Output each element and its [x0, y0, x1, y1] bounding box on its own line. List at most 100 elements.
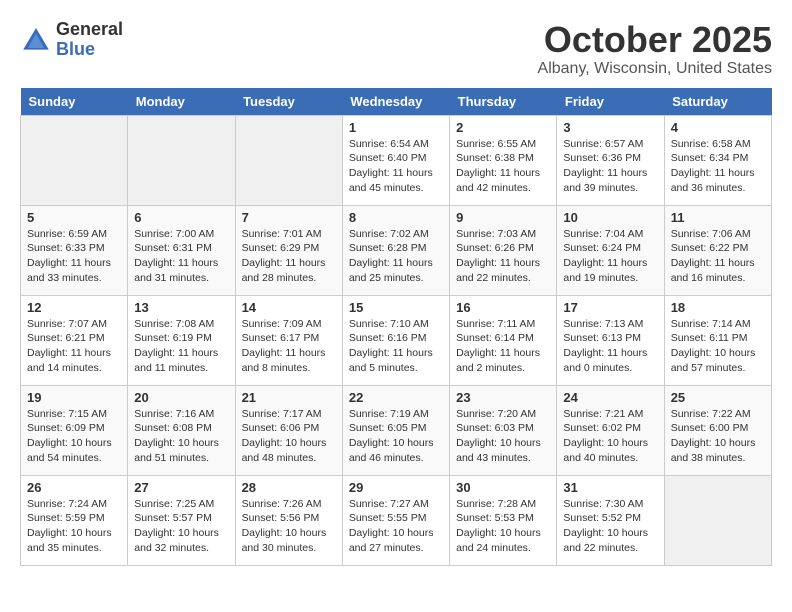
day-info: Sunrise: 7:28 AMSunset: 5:53 PMDaylight:…	[456, 497, 550, 556]
week-row-0: 1 Sunrise: 6:54 AMSunset: 6:40 PMDaylight…	[21, 115, 772, 205]
day-info: Sunrise: 7:20 AMSunset: 6:03 PMDaylight:…	[456, 407, 550, 466]
day-cell: 25 Sunrise: 7:22 AMSunset: 6:00 PMDayligh…	[664, 385, 771, 475]
day-info: Sunrise: 7:08 AMSunset: 6:19 PMDaylight:…	[134, 317, 228, 376]
header-thursday: Thursday	[450, 88, 557, 116]
day-cell: 10 Sunrise: 7:04 AMSunset: 6:24 PMDayligh…	[557, 205, 664, 295]
day-info: Sunrise: 7:00 AMSunset: 6:31 PMDaylight:…	[134, 227, 228, 286]
day-cell: 26Sunrise: 7:24 AMSunset: 5:59 PMDayligh…	[21, 475, 128, 565]
week-row-4: 26Sunrise: 7:24 AMSunset: 5:59 PMDayligh…	[21, 475, 772, 565]
day-number: 3	[563, 120, 657, 135]
day-number: 18	[671, 300, 765, 315]
day-cell: 8Sunrise: 7:02 AMSunset: 6:28 PMDaylight…	[342, 205, 449, 295]
calendar-header: SundayMondayTuesdayWednesdayThursdayFrid…	[21, 88, 772, 116]
day-number: 6	[134, 210, 228, 225]
header-tuesday: Tuesday	[235, 88, 342, 116]
day-cell	[21, 115, 128, 205]
day-info: Sunrise: 7:16 AMSunset: 6:08 PMDaylight:…	[134, 407, 228, 466]
calendar: SundayMondayTuesdayWednesdayThursdayFrid…	[20, 88, 772, 566]
day-cell: 16 Sunrise: 7:11 AMSunset: 6:14 PMDayligh…	[450, 295, 557, 385]
day-number: 20	[134, 390, 228, 405]
day-cell	[235, 115, 342, 205]
logo-general: General	[56, 20, 123, 40]
day-info: Sunrise: 7:06 AMSunset: 6:22 PMDaylight:…	[671, 227, 765, 286]
day-cell: 19 Sunrise: 7:15 AMSunset: 6:09 PMDayligh…	[21, 385, 128, 475]
day-cell: 13Sunrise: 7:08 AMSunset: 6:19 PMDayligh…	[128, 295, 235, 385]
day-cell: 18 Sunrise: 7:14 AMSunset: 6:11 PMDayligh…	[664, 295, 771, 385]
day-number: 14	[242, 300, 336, 315]
day-cell: 9Sunrise: 7:03 AMSunset: 6:26 PMDaylight…	[450, 205, 557, 295]
day-number: 27	[134, 480, 228, 495]
day-cell: 30 Sunrise: 7:28 AMSunset: 5:53 PMDayligh…	[450, 475, 557, 565]
day-number: 11	[671, 210, 765, 225]
day-info: Sunrise: 7:26 AMSunset: 5:56 PMDaylight:…	[242, 497, 336, 556]
day-number: 21	[242, 390, 336, 405]
day-cell: 27 Sunrise: 7:25 AMSunset: 5:57 PMDayligh…	[128, 475, 235, 565]
day-number: 16	[456, 300, 550, 315]
logo-icon	[20, 24, 52, 56]
day-info: Sunrise: 6:59 AMSunset: 6:33 PMDaylight:…	[27, 227, 121, 286]
day-info: Sunrise: 7:14 AMSunset: 6:11 PMDaylight:…	[671, 317, 765, 376]
day-number: 12	[27, 300, 121, 315]
day-number: 29	[349, 480, 443, 495]
day-info: Sunrise: 6:55 AMSunset: 6:38 PMDaylight:…	[456, 137, 550, 196]
day-number: 5	[27, 210, 121, 225]
header-monday: Monday	[128, 88, 235, 116]
day-number: 24	[563, 390, 657, 405]
day-number: 2	[456, 120, 550, 135]
day-info: Sunrise: 6:58 AMSunset: 6:34 PMDaylight:…	[671, 137, 765, 196]
day-info: Sunrise: 7:09 AMSunset: 6:17 PMDaylight:…	[242, 317, 336, 376]
day-info: Sunrise: 7:22 AMSunset: 6:00 PMDaylight:…	[671, 407, 765, 466]
day-cell: 3 Sunrise: 6:57 AMSunset: 6:36 PMDaylight…	[557, 115, 664, 205]
day-cell: 17 Sunrise: 7:13 AMSunset: 6:13 PMDayligh…	[557, 295, 664, 385]
day-info: Sunrise: 7:01 AMSunset: 6:29 PMDaylight:…	[242, 227, 336, 286]
page-header: General Blue October 2025 Albany, Wiscon…	[20, 20, 772, 78]
day-number: 25	[671, 390, 765, 405]
day-number: 4	[671, 120, 765, 135]
day-info: Sunrise: 7:19 AMSunset: 6:05 PMDaylight:…	[349, 407, 443, 466]
day-number: 28	[242, 480, 336, 495]
day-info: Sunrise: 7:15 AMSunset: 6:09 PMDaylight:…	[27, 407, 121, 466]
day-number: 30	[456, 480, 550, 495]
day-cell: 22 Sunrise: 7:19 AMSunset: 6:05 PMDayligh…	[342, 385, 449, 475]
day-cell: 12 Sunrise: 7:07 AMSunset: 6:21 PMDayligh…	[21, 295, 128, 385]
day-info: Sunrise: 6:57 AMSunset: 6:36 PMDaylight:…	[563, 137, 657, 196]
header-sunday: Sunday	[21, 88, 128, 116]
week-row-1: 5 Sunrise: 6:59 AMSunset: 6:33 PMDaylight…	[21, 205, 772, 295]
day-info: Sunrise: 7:24 AMSunset: 5:59 PMDaylight:…	[27, 497, 121, 556]
header-saturday: Saturday	[664, 88, 771, 116]
day-cell: 23 Sunrise: 7:20 AMSunset: 6:03 PMDayligh…	[450, 385, 557, 475]
day-cell: 7 Sunrise: 7:01 AMSunset: 6:29 PMDaylight…	[235, 205, 342, 295]
week-row-2: 12 Sunrise: 7:07 AMSunset: 6:21 PMDayligh…	[21, 295, 772, 385]
calendar-body: 1 Sunrise: 6:54 AMSunset: 6:40 PMDaylight…	[21, 115, 772, 565]
day-number: 1	[349, 120, 443, 135]
day-cell: 4 Sunrise: 6:58 AMSunset: 6:34 PMDaylight…	[664, 115, 771, 205]
day-number: 10	[563, 210, 657, 225]
day-number: 22	[349, 390, 443, 405]
day-cell	[664, 475, 771, 565]
day-info: Sunrise: 7:25 AMSunset: 5:57 PMDaylight:…	[134, 497, 228, 556]
day-cell: 11 Sunrise: 7:06 AMSunset: 6:22 PMDayligh…	[664, 205, 771, 295]
location: Albany, Wisconsin, United States	[538, 60, 772, 78]
day-number: 9	[456, 210, 550, 225]
day-info: Sunrise: 7:10 AMSunset: 6:16 PMDaylight:…	[349, 317, 443, 376]
day-info: Sunrise: 6:54 AMSunset: 6:40 PMDaylight:…	[349, 137, 443, 196]
day-cell: 31Sunrise: 7:30 AMSunset: 5:52 PMDayligh…	[557, 475, 664, 565]
week-row-3: 19 Sunrise: 7:15 AMSunset: 6:09 PMDayligh…	[21, 385, 772, 475]
day-cell: 2 Sunrise: 6:55 AMSunset: 6:38 PMDaylight…	[450, 115, 557, 205]
day-number: 7	[242, 210, 336, 225]
day-number: 23	[456, 390, 550, 405]
day-info: Sunrise: 7:11 AMSunset: 6:14 PMDaylight:…	[456, 317, 550, 376]
day-cell: 28 Sunrise: 7:26 AMSunset: 5:56 PMDayligh…	[235, 475, 342, 565]
day-number: 15	[349, 300, 443, 315]
day-number: 19	[27, 390, 121, 405]
logo: General Blue	[20, 20, 123, 60]
day-info: Sunrise: 7:17 AMSunset: 6:06 PMDaylight:…	[242, 407, 336, 466]
logo-blue: Blue	[56, 40, 123, 60]
day-number: 8	[349, 210, 443, 225]
day-info: Sunrise: 7:07 AMSunset: 6:21 PMDaylight:…	[27, 317, 121, 376]
day-number: 31	[563, 480, 657, 495]
day-cell: 24Sunrise: 7:21 AMSunset: 6:02 PMDayligh…	[557, 385, 664, 475]
day-info: Sunrise: 7:04 AMSunset: 6:24 PMDaylight:…	[563, 227, 657, 286]
day-info: Sunrise: 7:13 AMSunset: 6:13 PMDaylight:…	[563, 317, 657, 376]
day-number: 17	[563, 300, 657, 315]
